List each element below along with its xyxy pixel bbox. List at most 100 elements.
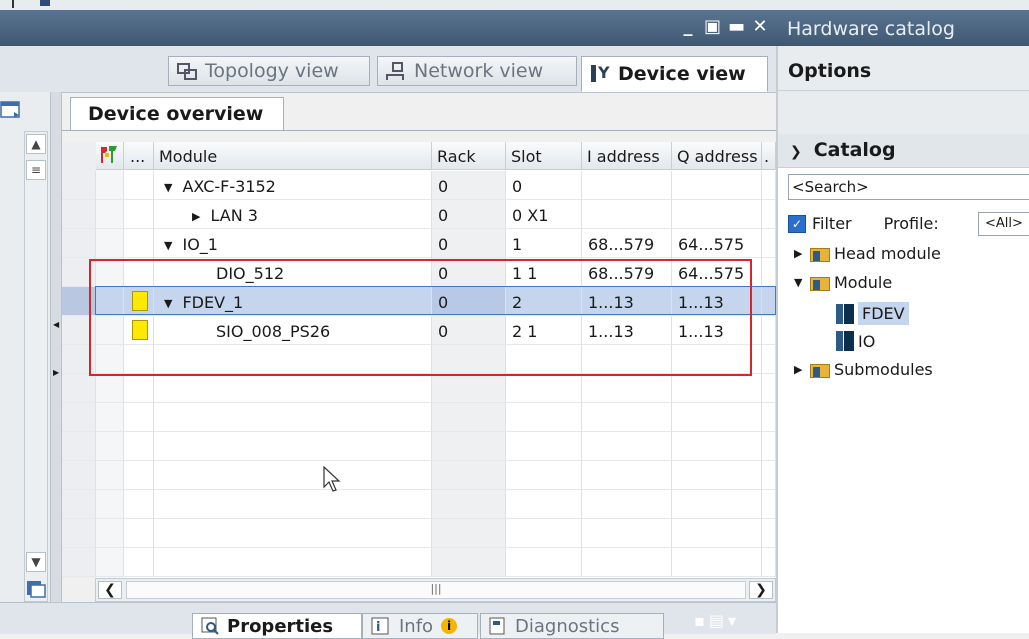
catalog-tree-item[interactable]: ▼ Module [794, 273, 892, 292]
slot-cell[interactable] [506, 432, 582, 461]
q-address-cell[interactable] [672, 490, 762, 519]
i-address-cell[interactable] [582, 403, 672, 432]
rack-cell[interactable] [432, 374, 506, 403]
catalog-tree-item[interactable]: ▶ Head module [794, 244, 941, 263]
i-address-cell[interactable] [582, 171, 672, 200]
column-header-module[interactable]: Module [154, 142, 432, 170]
q-address-cell[interactable]: 64...575 [672, 229, 762, 258]
rack-cell[interactable]: 0 [432, 287, 506, 316]
scroll-thumb[interactable]: ≡ [26, 160, 46, 180]
i-address-cell[interactable] [582, 432, 672, 461]
module-overview-icon[interactable] [24, 576, 48, 600]
i-address-cell[interactable]: 1...13 [582, 287, 672, 316]
row-header-cell[interactable] [62, 287, 96, 316]
slot-cell[interactable] [506, 374, 582, 403]
rack-cell[interactable]: 0 [432, 229, 506, 258]
table-row[interactable] [62, 345, 776, 374]
rack-cell[interactable] [432, 432, 506, 461]
row-header-cell[interactable] [62, 258, 96, 287]
horizontal-scrollbar[interactable]: ❮ ||| ❯ [95, 578, 776, 602]
i-address-cell[interactable]: 68...579 [582, 229, 672, 258]
tab-network-view[interactable]: Network view [377, 56, 577, 86]
row-header-cell[interactable] [62, 519, 96, 548]
minimize-button[interactable]: _ [680, 16, 696, 37]
table-row[interactable] [62, 432, 776, 461]
tab-diagnostics[interactable]: Diagnostics [480, 613, 664, 639]
q-address-cell[interactable] [672, 548, 762, 577]
scroll-up-button[interactable]: ▲ [26, 134, 46, 154]
module-cell[interactable] [154, 548, 432, 577]
table-row[interactable]: LAN 3 00 X1 [62, 200, 776, 229]
row-header-cell[interactable] [62, 490, 96, 519]
float-button[interactable]: ▣ [704, 16, 721, 37]
module-cell[interactable]: SIO_008_PS26 [154, 316, 432, 345]
scroll-right-button[interactable]: ❯ [749, 581, 773, 599]
module-cell[interactable]: LAN 3 [154, 200, 432, 229]
rack-cell[interactable] [432, 403, 506, 432]
panel-controls-icon[interactable]: ▪▤▾ [694, 611, 740, 630]
status-column-header[interactable] [96, 142, 124, 170]
slot-cell[interactable] [506, 490, 582, 519]
slot-cell[interactable]: 1 [506, 229, 582, 258]
close-button[interactable]: ✕ [752, 16, 768, 37]
table-row[interactable]: FDEV_1021...131...13 [62, 287, 776, 316]
rack-cell[interactable]: 0 [432, 171, 506, 200]
module-cell[interactable]: FDEV_1 [154, 287, 432, 316]
slot-cell[interactable]: 1 1 [506, 258, 582, 287]
catalog-header[interactable]: ❯ Catalog [778, 134, 1029, 168]
profile-select[interactable]: <All> [978, 212, 1029, 236]
rack-cell[interactable] [432, 548, 506, 577]
tab-topology-view[interactable]: Topology view [168, 56, 370, 86]
rack-cell[interactable] [432, 345, 506, 374]
row-header-cell[interactable] [62, 229, 96, 258]
slot-cell[interactable]: 0 X1 [506, 200, 582, 229]
row-header-cell[interactable] [62, 171, 96, 200]
q-address-cell[interactable]: 1...13 [672, 287, 762, 316]
table-row[interactable]: DIO_512 0 1 1 68...579 64...575 [62, 258, 776, 287]
table-row[interactable] [62, 548, 776, 577]
i-address-cell[interactable] [582, 519, 672, 548]
module-cell[interactable] [154, 519, 432, 548]
rack-cell[interactable]: 0 [432, 258, 506, 287]
tab-properties[interactable]: Properties [192, 613, 362, 639]
module-cell[interactable] [154, 345, 432, 374]
row-header-cell[interactable] [62, 345, 96, 374]
module-cell[interactable]: DIO_512 [154, 258, 432, 287]
rack-cell[interactable] [432, 461, 506, 490]
row-header-cell[interactable] [62, 461, 96, 490]
q-address-cell[interactable] [672, 519, 762, 548]
slot-cell[interactable] [506, 519, 582, 548]
column-header-q-address[interactable]: Q address [672, 142, 762, 170]
vertical-scrollbar[interactable]: ▲ ≡ ▼ [24, 131, 48, 602]
scroll-thumb[interactable]: ||| [126, 581, 746, 599]
table-row[interactable] [62, 519, 776, 548]
slot-cell[interactable] [506, 345, 582, 374]
q-address-cell[interactable] [672, 461, 762, 490]
options-header[interactable]: Options [788, 60, 871, 82]
i-address-cell[interactable]: 68...579 [582, 258, 672, 287]
catalog-tree-item[interactable]: IO [818, 331, 875, 351]
expand-arrow-icon[interactable]: ▶ [53, 368, 59, 377]
i-address-cell[interactable] [582, 200, 672, 229]
collapse-arrow-icon[interactable]: ◀ [53, 320, 59, 329]
q-address-cell[interactable] [672, 374, 762, 403]
column-header-rack[interactable]: Rack [432, 142, 506, 170]
scroll-left-button[interactable]: ❮ [98, 581, 122, 599]
i-address-cell[interactable]: 1...13 [582, 316, 672, 345]
catalog-search-input[interactable]: <Search> [788, 174, 1029, 200]
tab-device-overview[interactable]: Device overview [70, 97, 284, 131]
table-row[interactable]: IO_1 0168...57964...575 [62, 229, 776, 258]
table-row[interactable]: SIO_008_PS26 0 2 1 1...13 1...13 [62, 316, 776, 345]
q-address-cell[interactable]: 1...13 [672, 316, 762, 345]
catalog-tree-item[interactable]: FDEV [818, 302, 909, 325]
slot-cell[interactable] [506, 548, 582, 577]
table-row[interactable] [62, 490, 776, 519]
scroll-down-button[interactable]: ▼ [26, 552, 46, 572]
column-header-slot[interactable]: Slot [506, 142, 582, 170]
module-cell[interactable] [154, 403, 432, 432]
table-row[interactable] [62, 403, 776, 432]
q-address-cell[interactable] [672, 345, 762, 374]
module-cell[interactable] [154, 461, 432, 490]
module-cell[interactable] [154, 490, 432, 519]
tab-device-view[interactable]: Device view [581, 56, 768, 92]
